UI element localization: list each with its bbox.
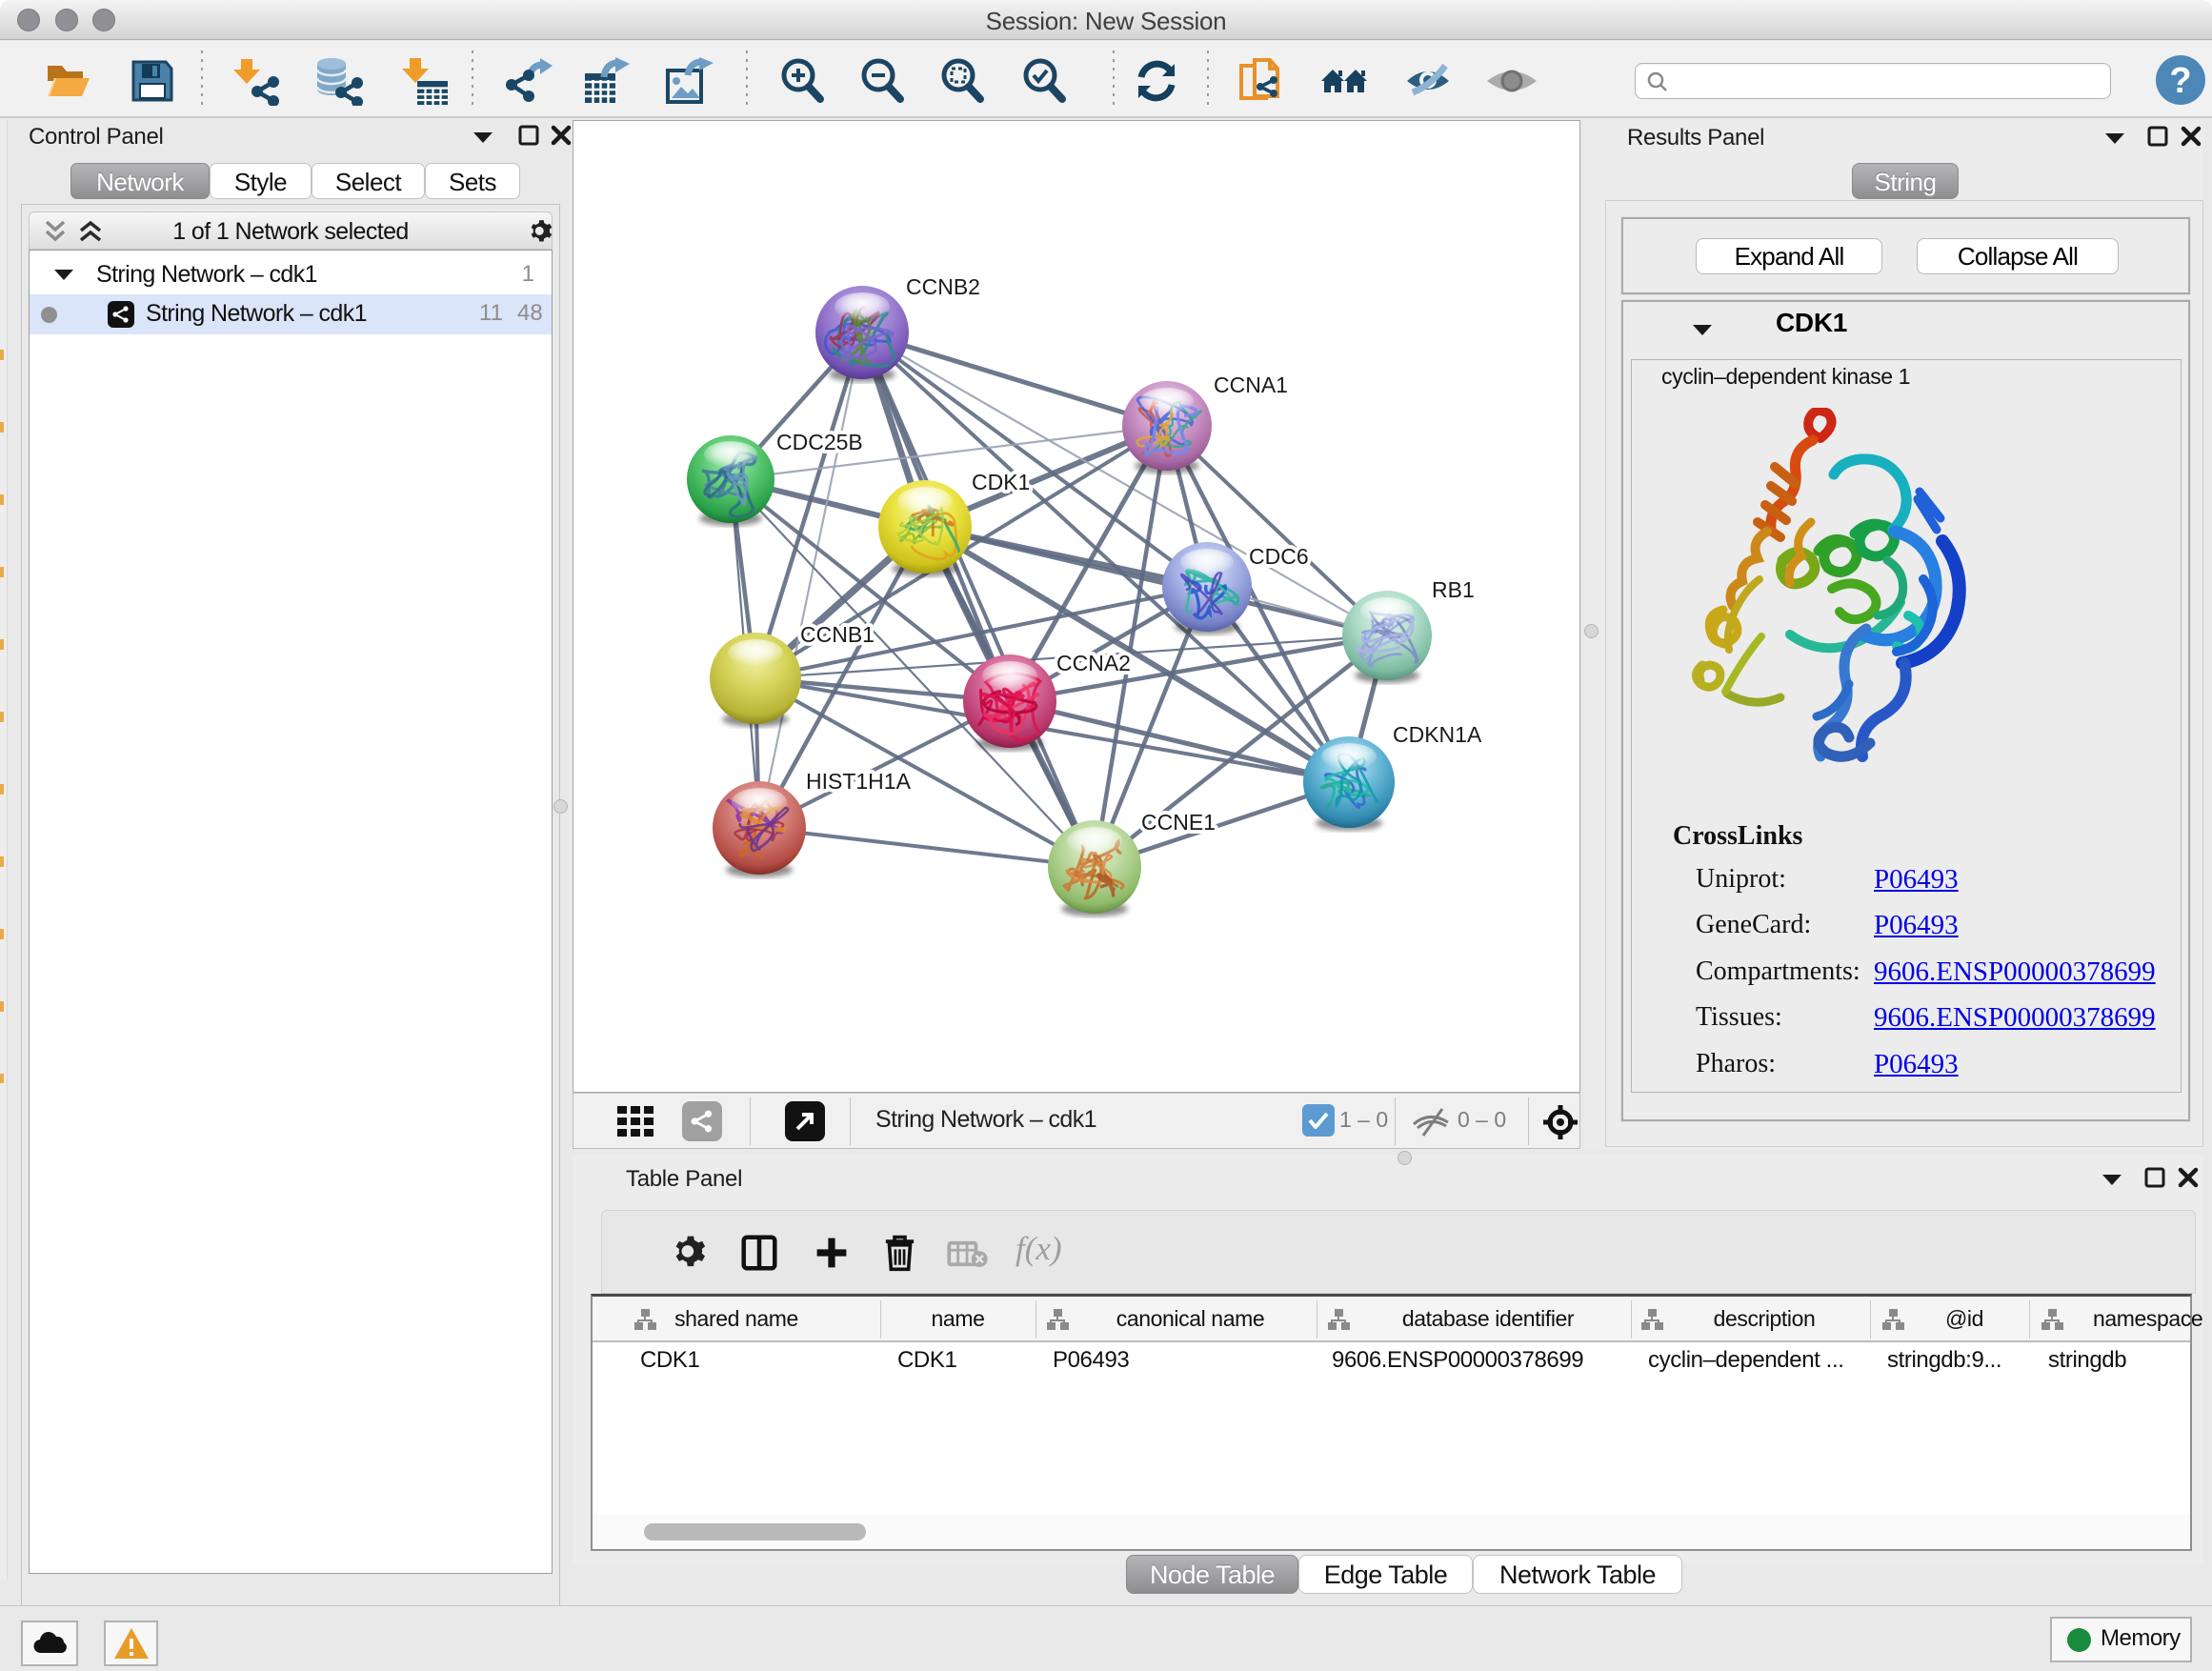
svg-text:CCNB2: CCNB2: [906, 274, 980, 299]
svg-text:CDKN1A: CDKN1A: [1393, 722, 1482, 747]
svg-text:CCNE1: CCNE1: [1141, 810, 1216, 835]
svg-text:CDC6: CDC6: [1249, 544, 1309, 569]
svg-text:CCNA1: CCNA1: [1214, 372, 1288, 397]
svg-text:?: ?: [2169, 61, 2191, 101]
svg-text:RB1: RB1: [1432, 577, 1475, 602]
svg-text:CDK1: CDK1: [972, 470, 1030, 494]
svg-text:HIST1H1A: HIST1H1A: [806, 769, 912, 794]
svg-text:CCNB1: CCNB1: [800, 622, 875, 647]
svg-text:CCNA2: CCNA2: [1056, 651, 1131, 675]
svg-text:CDC25B: CDC25B: [776, 430, 863, 454]
